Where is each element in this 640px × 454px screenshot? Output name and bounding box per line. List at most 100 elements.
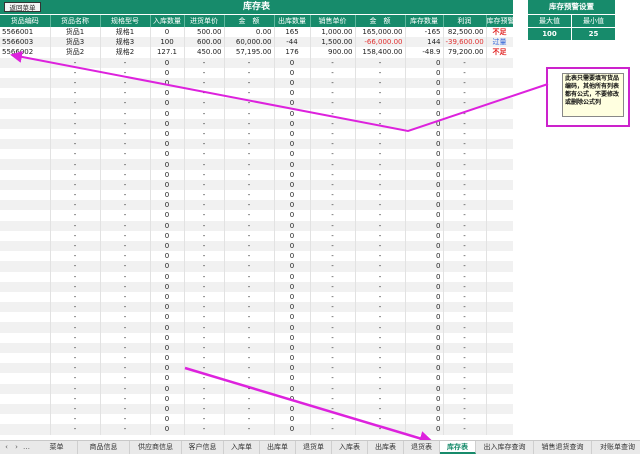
table-cell-sale-price[interactable]: - <box>310 414 356 425</box>
table-cell-stock[interactable]: 0 <box>405 403 444 415</box>
table-cell-sale-price[interactable]: - <box>310 281 356 292</box>
table-cell-profit[interactable]: - <box>443 322 487 333</box>
table-cell-in-qty[interactable]: 0 <box>150 169 185 180</box>
table-cell-name[interactable]: - <box>50 159 101 170</box>
table-cell-in-amount[interactable]: - <box>224 128 275 140</box>
table-cell-sale-price[interactable]: - <box>310 190 356 201</box>
table-cell-out-qty[interactable]: 0 <box>274 414 311 425</box>
table-cell-out-amount[interactable]: - <box>355 322 406 333</box>
table-cell-warning[interactable] <box>486 190 513 201</box>
table-cell-sale-price[interactable]: - <box>310 312 356 323</box>
table-cell-warning[interactable] <box>486 67 513 78</box>
table-cell-profit[interactable]: - <box>443 57 487 68</box>
table-cell-sale-price[interactable]: - <box>310 169 356 180</box>
table-cell-stock[interactable]: 0 <box>405 312 444 323</box>
table-cell-spec[interactable]: - <box>100 414 151 425</box>
table-cell-in-qty[interactable]: 0 <box>150 271 185 282</box>
sheet-tab[interactable]: 出库单 <box>260 441 296 454</box>
table-cell-sale-price[interactable]: 1,500.00 <box>310 37 356 48</box>
table-cell-out-qty[interactable]: 0 <box>274 57 311 68</box>
table-cell-in-amount[interactable]: - <box>224 108 275 119</box>
table-cell-name[interactable]: - <box>50 220 101 231</box>
table-cell-spec[interactable]: - <box>100 128 151 140</box>
table-cell-warning[interactable] <box>486 281 513 292</box>
table-cell-out-qty[interactable]: 0 <box>274 393 311 404</box>
table-cell-in-qty[interactable]: 0 <box>150 159 185 170</box>
table-cell-in-amount[interactable]: - <box>224 240 275 252</box>
table-cell-warning[interactable] <box>486 251 513 262</box>
table-cell-out-amount[interactable]: - <box>355 363 406 374</box>
table-cell-stock[interactable]: 0 <box>405 363 444 374</box>
table-cell-spec[interactable]: - <box>100 373 151 384</box>
table-cell-in-price[interactable]: - <box>184 210 225 221</box>
table-cell-stock[interactable]: 0 <box>405 342 444 353</box>
table-cell-in-amount[interactable]: - <box>224 190 275 201</box>
table-cell-profit[interactable]: - <box>443 128 487 140</box>
table-cell-out-amount[interactable]: - <box>355 200 406 211</box>
sheet-tab[interactable]: 对账单查询 <box>592 441 640 454</box>
table-cell-name[interactable]: - <box>50 383 101 394</box>
table-cell-in-amount[interactable]: - <box>224 57 275 68</box>
table-cell-in-amount[interactable]: - <box>224 210 275 221</box>
table-cell-in-amount[interactable]: - <box>224 251 275 262</box>
table-cell-stock[interactable]: 0 <box>405 159 444 170</box>
column-header[interactable]: 出库数量 <box>274 15 311 27</box>
table-cell-out-qty[interactable]: 0 <box>274 363 311 374</box>
table-cell-name[interactable]: - <box>50 322 101 333</box>
table-cell-in-qty[interactable]: 0 <box>150 373 185 384</box>
table-cell-warning[interactable] <box>486 261 513 272</box>
table-cell-out-qty[interactable]: 0 <box>274 169 311 180</box>
table-cell-profit[interactable]: - <box>443 240 487 252</box>
table-cell-name[interactable]: - <box>50 179 101 190</box>
table-cell-in-amount[interactable]: - <box>224 291 275 303</box>
table-cell-in-price[interactable]: - <box>184 118 225 129</box>
table-cell-warning[interactable] <box>486 383 513 394</box>
table-cell-out-amount[interactable]: - <box>355 88 406 99</box>
table-cell-stock[interactable]: 0 <box>405 210 444 221</box>
table-cell-sale-price[interactable]: - <box>310 179 356 190</box>
table-cell-profit[interactable]: - <box>443 139 487 150</box>
table-cell-code[interactable]: 5566003 <box>0 37 51 48</box>
table-cell-code[interactable] <box>0 373 51 384</box>
table-cell-in-qty[interactable]: 0 <box>150 118 185 129</box>
table-cell-profit[interactable]: - <box>443 98 487 109</box>
table-cell-sale-price[interactable]: - <box>310 240 356 252</box>
sheet-tab[interactable]: 退货单 <box>296 441 332 454</box>
table-cell-code[interactable] <box>0 261 51 272</box>
table-cell-out-amount[interactable]: - <box>355 281 406 292</box>
table-cell-spec[interactable]: - <box>100 159 151 170</box>
table-cell-profit[interactable]: - <box>443 108 487 119</box>
table-cell-name[interactable]: - <box>50 312 101 323</box>
table-cell-spec[interactable]: - <box>100 210 151 221</box>
sheet-tab[interactable]: 出库表 <box>368 441 404 454</box>
table-cell-name[interactable]: - <box>50 88 101 99</box>
table-cell-in-price[interactable]: - <box>184 200 225 211</box>
table-cell-in-amount[interactable]: - <box>224 139 275 150</box>
table-cell-in-qty[interactable]: 0 <box>150 363 185 374</box>
table-cell-stock[interactable]: 0 <box>405 98 444 109</box>
table-cell-warning[interactable] <box>486 159 513 170</box>
table-cell-out-qty[interactable]: 0 <box>274 332 311 343</box>
table-cell-code[interactable] <box>0 98 51 109</box>
table-cell-code[interactable] <box>0 159 51 170</box>
table-cell-spec[interactable]: - <box>100 291 151 303</box>
table-cell-out-amount[interactable]: - <box>355 98 406 109</box>
tab-scroll-end-icon[interactable]: … <box>22 441 31 454</box>
table-cell-in-price[interactable]: - <box>184 159 225 170</box>
table-cell-profit[interactable]: - <box>443 312 487 323</box>
table-cell-out-qty[interactable]: 0 <box>274 251 311 262</box>
table-cell-profit[interactable]: - <box>443 230 487 241</box>
table-cell-profit[interactable]: - <box>443 281 487 292</box>
table-cell-out-qty[interactable]: 0 <box>274 190 311 201</box>
table-cell-spec[interactable]: - <box>100 169 151 180</box>
table-cell-stock[interactable]: 0 <box>405 332 444 343</box>
table-cell-in-price[interactable]: - <box>184 373 225 384</box>
table-cell-in-price[interactable]: - <box>184 128 225 140</box>
table-cell-in-price[interactable]: - <box>184 88 225 99</box>
table-cell-in-price[interactable]: - <box>184 414 225 425</box>
table-cell-spec[interactable]: 规格3 <box>100 37 151 48</box>
table-cell-sale-price[interactable]: - <box>310 98 356 109</box>
table-cell-out-amount[interactable]: - <box>355 383 406 394</box>
table-cell-warning[interactable] <box>486 108 513 119</box>
table-cell-code[interactable] <box>0 342 51 353</box>
